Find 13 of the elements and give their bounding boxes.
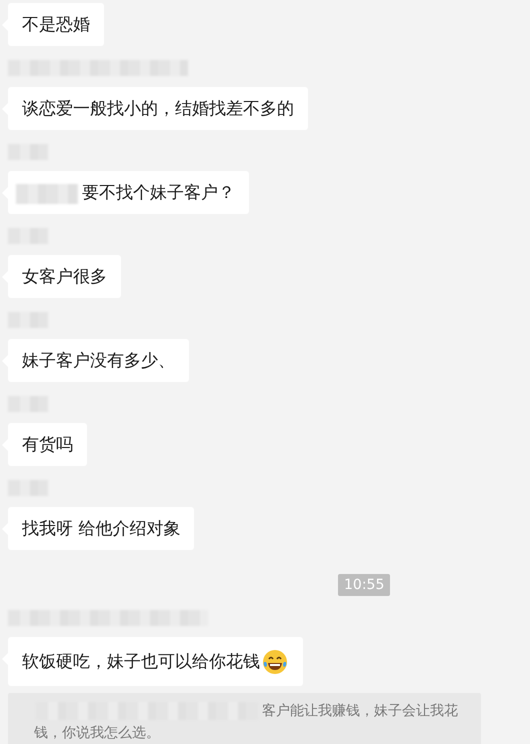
mosaic-patch (16, 184, 78, 204)
message-text: 妹子客户没有多少、 (22, 350, 175, 372)
message-text: 有货吗 (22, 434, 73, 456)
message-text: 找我呀 给他介绍对象 (22, 518, 180, 540)
timestamp: 10:55 (338, 574, 390, 596)
message-text: 要不找个妹子客户？ (82, 182, 235, 204)
laughing-emoji-icon (261, 648, 289, 676)
quote-text: 客户能让我赚钱，妹子会让我花 (262, 702, 458, 721)
message-text: 软饭硬吃，妹子也可以给你花钱 (22, 651, 260, 673)
message-text: 女客户很多 (22, 266, 107, 288)
message-text: 不是恐婚 (22, 14, 90, 36)
message-text: 谈恋爱一般找小的，结婚找差不多的 (22, 98, 294, 120)
quote-text: 钱，你说我怎么选。 (34, 724, 160, 743)
